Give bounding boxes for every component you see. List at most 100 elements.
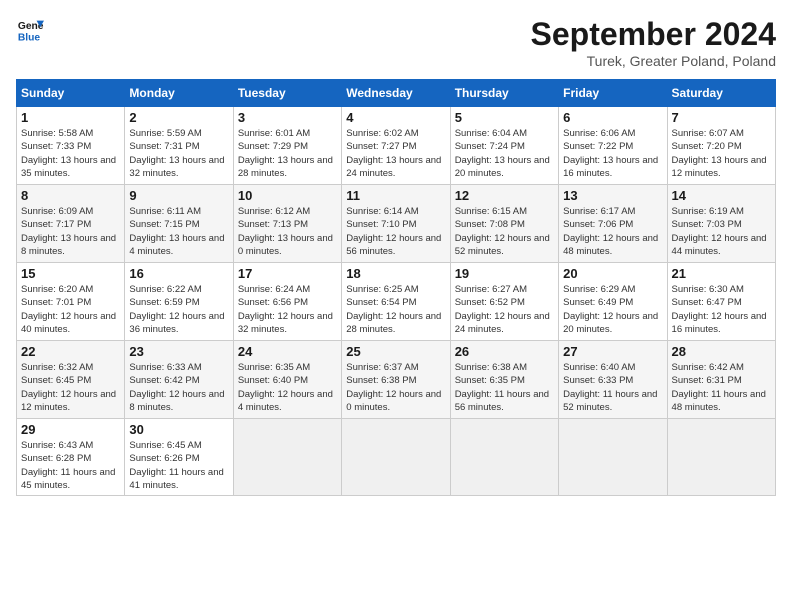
day-info: Sunrise: 6:27 AM Sunset: 6:52 PM Dayligh… bbox=[455, 283, 554, 336]
calendar-cell bbox=[342, 419, 450, 496]
day-number: 9 bbox=[129, 188, 228, 203]
calendar-cell: 20 Sunrise: 6:29 AM Sunset: 6:49 PM Dayl… bbox=[559, 263, 667, 341]
day-number: 8 bbox=[21, 188, 120, 203]
day-info: Sunrise: 6:17 AM Sunset: 7:06 PM Dayligh… bbox=[563, 205, 662, 258]
col-tuesday: Tuesday bbox=[233, 80, 341, 107]
calendar-cell bbox=[450, 419, 558, 496]
calendar-cell: 16 Sunrise: 6:22 AM Sunset: 6:59 PM Dayl… bbox=[125, 263, 233, 341]
calendar-week-row: 1 Sunrise: 5:58 AM Sunset: 7:33 PM Dayli… bbox=[17, 107, 776, 185]
day-info: Sunrise: 6:12 AM Sunset: 7:13 PM Dayligh… bbox=[238, 205, 337, 258]
day-number: 27 bbox=[563, 344, 662, 359]
day-info: Sunrise: 6:32 AM Sunset: 6:45 PM Dayligh… bbox=[21, 361, 120, 414]
calendar-cell: 21 Sunrise: 6:30 AM Sunset: 6:47 PM Dayl… bbox=[667, 263, 775, 341]
day-number: 2 bbox=[129, 110, 228, 125]
day-number: 1 bbox=[21, 110, 120, 125]
calendar-cell: 27 Sunrise: 6:40 AM Sunset: 6:33 PM Dayl… bbox=[559, 341, 667, 419]
calendar-cell: 4 Sunrise: 6:02 AM Sunset: 7:27 PM Dayli… bbox=[342, 107, 450, 185]
calendar-week-row: 15 Sunrise: 6:20 AM Sunset: 7:01 PM Dayl… bbox=[17, 263, 776, 341]
calendar-cell: 26 Sunrise: 6:38 AM Sunset: 6:35 PM Dayl… bbox=[450, 341, 558, 419]
calendar-cell: 19 Sunrise: 6:27 AM Sunset: 6:52 PM Dayl… bbox=[450, 263, 558, 341]
day-info: Sunrise: 6:09 AM Sunset: 7:17 PM Dayligh… bbox=[21, 205, 120, 258]
calendar-cell: 29 Sunrise: 6:43 AM Sunset: 6:28 PM Dayl… bbox=[17, 419, 125, 496]
calendar-cell bbox=[233, 419, 341, 496]
calendar-cell: 28 Sunrise: 6:42 AM Sunset: 6:31 PM Dayl… bbox=[667, 341, 775, 419]
day-info: Sunrise: 6:37 AM Sunset: 6:38 PM Dayligh… bbox=[346, 361, 445, 414]
month-title: September 2024 bbox=[531, 16, 776, 53]
col-sunday: Sunday bbox=[17, 80, 125, 107]
day-number: 6 bbox=[563, 110, 662, 125]
calendar-cell: 14 Sunrise: 6:19 AM Sunset: 7:03 PM Dayl… bbox=[667, 185, 775, 263]
day-info: Sunrise: 6:06 AM Sunset: 7:22 PM Dayligh… bbox=[563, 127, 662, 180]
day-info: Sunrise: 6:25 AM Sunset: 6:54 PM Dayligh… bbox=[346, 283, 445, 336]
day-number: 29 bbox=[21, 422, 120, 437]
col-thursday: Thursday bbox=[450, 80, 558, 107]
day-number: 20 bbox=[563, 266, 662, 281]
col-wednesday: Wednesday bbox=[342, 80, 450, 107]
day-number: 30 bbox=[129, 422, 228, 437]
calendar-cell: 25 Sunrise: 6:37 AM Sunset: 6:38 PM Dayl… bbox=[342, 341, 450, 419]
day-info: Sunrise: 6:01 AM Sunset: 7:29 PM Dayligh… bbox=[238, 127, 337, 180]
day-number: 7 bbox=[672, 110, 771, 125]
day-number: 17 bbox=[238, 266, 337, 281]
title-block: September 2024 Turek, Greater Poland, Po… bbox=[531, 16, 776, 69]
day-number: 18 bbox=[346, 266, 445, 281]
calendar-week-row: 22 Sunrise: 6:32 AM Sunset: 6:45 PM Dayl… bbox=[17, 341, 776, 419]
calendar-cell: 24 Sunrise: 6:35 AM Sunset: 6:40 PM Dayl… bbox=[233, 341, 341, 419]
calendar-cell bbox=[667, 419, 775, 496]
day-number: 21 bbox=[672, 266, 771, 281]
calendar-cell: 5 Sunrise: 6:04 AM Sunset: 7:24 PM Dayli… bbox=[450, 107, 558, 185]
day-info: Sunrise: 6:43 AM Sunset: 6:28 PM Dayligh… bbox=[21, 439, 120, 492]
calendar-cell: 9 Sunrise: 6:11 AM Sunset: 7:15 PM Dayli… bbox=[125, 185, 233, 263]
col-friday: Friday bbox=[559, 80, 667, 107]
general-blue-logo-icon: General Blue bbox=[16, 16, 44, 44]
day-info: Sunrise: 6:02 AM Sunset: 7:27 PM Dayligh… bbox=[346, 127, 445, 180]
calendar-cell: 12 Sunrise: 6:15 AM Sunset: 7:08 PM Dayl… bbox=[450, 185, 558, 263]
day-number: 4 bbox=[346, 110, 445, 125]
day-info: Sunrise: 6:29 AM Sunset: 6:49 PM Dayligh… bbox=[563, 283, 662, 336]
calendar-cell bbox=[559, 419, 667, 496]
day-number: 19 bbox=[455, 266, 554, 281]
day-number: 10 bbox=[238, 188, 337, 203]
day-number: 22 bbox=[21, 344, 120, 359]
day-info: Sunrise: 6:14 AM Sunset: 7:10 PM Dayligh… bbox=[346, 205, 445, 258]
calendar-week-row: 8 Sunrise: 6:09 AM Sunset: 7:17 PM Dayli… bbox=[17, 185, 776, 263]
day-info: Sunrise: 6:19 AM Sunset: 7:03 PM Dayligh… bbox=[672, 205, 771, 258]
day-number: 15 bbox=[21, 266, 120, 281]
svg-text:Blue: Blue bbox=[18, 32, 41, 43]
day-number: 14 bbox=[672, 188, 771, 203]
calendar-cell: 13 Sunrise: 6:17 AM Sunset: 7:06 PM Dayl… bbox=[559, 185, 667, 263]
day-info: Sunrise: 6:22 AM Sunset: 6:59 PM Dayligh… bbox=[129, 283, 228, 336]
day-number: 5 bbox=[455, 110, 554, 125]
day-number: 12 bbox=[455, 188, 554, 203]
day-info: Sunrise: 6:30 AM Sunset: 6:47 PM Dayligh… bbox=[672, 283, 771, 336]
day-number: 26 bbox=[455, 344, 554, 359]
calendar-cell: 18 Sunrise: 6:25 AM Sunset: 6:54 PM Dayl… bbox=[342, 263, 450, 341]
calendar-cell: 11 Sunrise: 6:14 AM Sunset: 7:10 PM Dayl… bbox=[342, 185, 450, 263]
day-info: Sunrise: 6:04 AM Sunset: 7:24 PM Dayligh… bbox=[455, 127, 554, 180]
col-monday: Monday bbox=[125, 80, 233, 107]
day-number: 28 bbox=[672, 344, 771, 359]
day-info: Sunrise: 6:24 AM Sunset: 6:56 PM Dayligh… bbox=[238, 283, 337, 336]
day-info: Sunrise: 6:33 AM Sunset: 6:42 PM Dayligh… bbox=[129, 361, 228, 414]
page: General Blue September 2024 Turek, Great… bbox=[0, 0, 792, 612]
day-number: 16 bbox=[129, 266, 228, 281]
day-info: Sunrise: 6:07 AM Sunset: 7:20 PM Dayligh… bbox=[672, 127, 771, 180]
day-info: Sunrise: 5:58 AM Sunset: 7:33 PM Dayligh… bbox=[21, 127, 120, 180]
calendar-cell: 6 Sunrise: 6:06 AM Sunset: 7:22 PM Dayli… bbox=[559, 107, 667, 185]
logo: General Blue bbox=[16, 16, 44, 44]
day-info: Sunrise: 6:42 AM Sunset: 6:31 PM Dayligh… bbox=[672, 361, 771, 414]
day-info: Sunrise: 6:35 AM Sunset: 6:40 PM Dayligh… bbox=[238, 361, 337, 414]
day-number: 24 bbox=[238, 344, 337, 359]
calendar-cell: 15 Sunrise: 6:20 AM Sunset: 7:01 PM Dayl… bbox=[17, 263, 125, 341]
calendar-cell: 10 Sunrise: 6:12 AM Sunset: 7:13 PM Dayl… bbox=[233, 185, 341, 263]
calendar-cell: 7 Sunrise: 6:07 AM Sunset: 7:20 PM Dayli… bbox=[667, 107, 775, 185]
day-number: 3 bbox=[238, 110, 337, 125]
day-number: 25 bbox=[346, 344, 445, 359]
day-info: Sunrise: 5:59 AM Sunset: 7:31 PM Dayligh… bbox=[129, 127, 228, 180]
calendar-cell: 8 Sunrise: 6:09 AM Sunset: 7:17 PM Dayli… bbox=[17, 185, 125, 263]
day-info: Sunrise: 6:15 AM Sunset: 7:08 PM Dayligh… bbox=[455, 205, 554, 258]
calendar-cell: 22 Sunrise: 6:32 AM Sunset: 6:45 PM Dayl… bbox=[17, 341, 125, 419]
calendar-cell: 30 Sunrise: 6:45 AM Sunset: 6:26 PM Dayl… bbox=[125, 419, 233, 496]
col-saturday: Saturday bbox=[667, 80, 775, 107]
day-info: Sunrise: 6:20 AM Sunset: 7:01 PM Dayligh… bbox=[21, 283, 120, 336]
